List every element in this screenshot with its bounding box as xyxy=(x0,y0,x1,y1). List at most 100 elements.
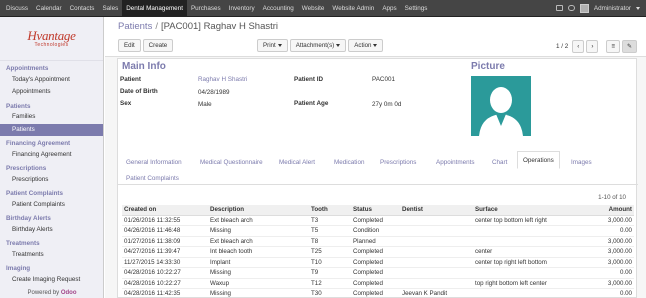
sidebar-item-today-s-appointment[interactable]: Today's Appointment xyxy=(0,74,103,87)
menu-item-discuss[interactable]: Discuss xyxy=(2,0,32,16)
avatar[interactable] xyxy=(579,3,589,13)
sidebar-item-financing-agreement[interactable]: Financing Agreement xyxy=(0,149,103,162)
print-dropdown[interactable]: Print xyxy=(257,39,288,52)
sidebar-section-patients: Patients xyxy=(6,102,31,110)
sidebar-item-appointments[interactable]: Appointments xyxy=(0,86,103,99)
table-row[interactable]: 04/28/2016 10:22:27 Waxup T12 Completed top … xyxy=(122,279,634,289)
table-row[interactable]: 01/26/2016 11:32:55 Ext bleach arch T3 Comp… xyxy=(122,216,634,226)
sidebar-item-prescriptions[interactable]: Prescriptions xyxy=(0,174,103,187)
breadcrumb-current: [PAC001] Raghav H Shastri xyxy=(160,21,279,32)
menu-item-apps[interactable]: Apps xyxy=(378,0,400,16)
patient-age-field: 27y 0m 0d xyxy=(372,101,402,108)
list-pager[interactable]: 1-10 of 10 xyxy=(598,194,626,201)
patient-photo[interactable] xyxy=(471,76,531,136)
table-cell: center top right left bottom xyxy=(475,258,547,266)
table-cell: Completed xyxy=(353,290,383,297)
sidebar-item-patients[interactable]: Patients xyxy=(0,123,103,136)
breadcrumb-parent[interactable]: Patients xyxy=(118,21,152,32)
sidebar-item-create-imaging-request[interactable]: Create Imaging Request xyxy=(0,274,103,287)
previous-button[interactable]: ‹ xyxy=(572,39,585,53)
dob-field: 04/28/1989 xyxy=(198,89,230,96)
action-dropdown[interactable]: Action xyxy=(348,39,384,52)
table-cell: Missing xyxy=(210,290,231,297)
table-cell: T10 xyxy=(311,258,322,266)
table-cell: Waxup xyxy=(210,279,230,287)
table-cell: T30 xyxy=(311,290,322,297)
tab-appointments[interactable]: Appointments xyxy=(436,154,475,171)
record-pager[interactable]: 1 / 2 xyxy=(556,43,568,50)
list-view-button[interactable]: ≡ xyxy=(606,39,621,53)
table-cell: Ext bleach arch xyxy=(210,216,253,224)
menu-item-dental-management[interactable]: Dental Management xyxy=(122,0,187,16)
column-header[interactable]: Surface xyxy=(475,205,583,215)
column-header[interactable]: Created on xyxy=(122,205,210,215)
company-logo[interactable]: Hvantage Technologies xyxy=(0,17,103,61)
table-cell: Ext bleach arch xyxy=(210,237,253,245)
table-row[interactable]: 01/27/2016 11:38:09 Ext bleach arch T8 Plan… xyxy=(122,237,634,247)
tab-medication[interactable]: Medication xyxy=(334,154,364,171)
sidebar-item-birthday-alerts[interactable]: Birthday Alerts xyxy=(0,224,103,237)
tab-images[interactable]: Images xyxy=(571,154,592,171)
next-button[interactable]: › xyxy=(586,39,599,53)
table-row[interactable]: 04/28/2016 10:22:27 Missing T9 Completed 0.0… xyxy=(122,268,634,279)
menu-item-purchases[interactable]: Purchases xyxy=(187,0,225,16)
tab-medical-questionnaire[interactable]: Medical Questionnaire xyxy=(200,154,263,171)
attachments-dropdown[interactable]: Attachment(s) xyxy=(289,39,347,52)
table-cell: T9 xyxy=(311,269,319,276)
form-view-button[interactable]: ✎ xyxy=(622,39,638,53)
sidebar-item-families[interactable]: Families xyxy=(0,111,103,124)
tab-patient-complaints[interactable]: Patient Complaints xyxy=(126,170,179,187)
menu-item-accounting[interactable]: Accounting xyxy=(259,0,298,16)
main-content: Patients / [PAC001] Raghav H Shastri Edit C… xyxy=(105,17,646,298)
menu-item-website-admin[interactable]: Website Admin xyxy=(328,0,378,16)
column-header[interactable]: Amount xyxy=(583,205,634,215)
table-cell: T5 xyxy=(311,227,319,234)
table-cell xyxy=(402,237,475,247)
table-cell xyxy=(402,216,475,226)
table-cell xyxy=(402,258,475,268)
section-title: Main Info xyxy=(122,61,166,72)
sidebar-item-patient-complaints[interactable]: Patient Complaints xyxy=(0,199,103,212)
tab-operations[interactable]: Operations xyxy=(517,151,560,169)
table-cell: 04/28/2016 11:42:35 xyxy=(124,290,181,297)
table-row[interactable]: 04/28/2016 11:42:35 Missing T30 Completed Je… xyxy=(122,289,634,298)
user-menu[interactable]: Administrator xyxy=(594,5,631,12)
form-buttons: Edit Create xyxy=(118,39,175,53)
sidebar-menu: Appointments Today's Appointment Appointme… xyxy=(0,61,103,286)
menu-item-contacts[interactable]: Contacts xyxy=(66,0,99,16)
table-row[interactable]: 04/27/2016 11:39:47 Int bleach tooth T25 Co… xyxy=(122,247,634,258)
tab-general-information[interactable]: General Information xyxy=(126,154,182,171)
column-header[interactable]: Dentist xyxy=(402,205,475,215)
column-header[interactable]: Description xyxy=(210,205,311,215)
edit-button[interactable]: Edit xyxy=(118,39,141,52)
menu-item-sales[interactable]: Sales xyxy=(98,0,122,16)
menu-item-website[interactable]: Website xyxy=(298,0,329,16)
chat-icon[interactable] xyxy=(567,5,575,11)
app-menu: Discuss Calendar Contacts Sales Dental Manag… xyxy=(0,0,431,16)
column-header[interactable]: Status xyxy=(353,205,402,215)
tab-prescriptions[interactable]: Prescriptions xyxy=(380,154,416,171)
table-row[interactable]: 11/27/2015 14:33:30 Implant T10 Completed ce… xyxy=(122,258,634,268)
sidebar-item-treatments[interactable]: Treatments xyxy=(0,249,103,262)
menu-item-inventory[interactable]: Inventory xyxy=(225,0,259,16)
tab-medical-alert[interactable]: Medical Alert xyxy=(279,154,315,171)
notebook-tabs: General Information Medical Questionnaire… xyxy=(118,151,638,185)
menu-item-settings[interactable]: Settings xyxy=(401,0,432,16)
create-button[interactable]: Create xyxy=(142,39,174,52)
patient-id-label: Patient ID xyxy=(294,76,324,83)
tab-chart[interactable]: Chart xyxy=(492,154,507,171)
menu-item-calendar[interactable]: Calendar xyxy=(32,0,66,16)
powered-by[interactable]: Powered by Odoo xyxy=(0,290,104,296)
sidebar-section-prescriptions: Prescriptions xyxy=(6,165,47,172)
discuss-icon[interactable] xyxy=(555,5,563,11)
table-cell: 3,000.00 xyxy=(607,248,632,255)
table-cell: T12 xyxy=(311,279,322,287)
table-cell: Completed xyxy=(353,269,383,276)
table-cell: Missing xyxy=(210,269,231,276)
table-row[interactable]: 04/26/2016 11:46:48 Missing T5 Condition 0.0… xyxy=(122,226,634,237)
patient-field[interactable]: Raghav H Shastri xyxy=(198,76,247,83)
column-header[interactable]: Tooth xyxy=(311,205,353,215)
operations-table: Created on Description Tooth Status Dentist S… xyxy=(122,205,634,298)
sidebar-section-financing-agreement: Financing Agreement xyxy=(6,140,71,147)
form-sheet: Main Info Picture Patient Raghav H Shast… xyxy=(117,58,638,298)
